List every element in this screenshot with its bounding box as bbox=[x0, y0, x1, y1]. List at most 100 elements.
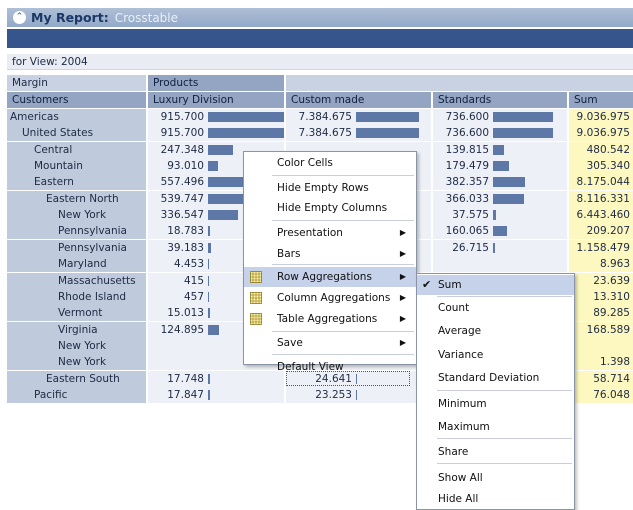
menu-item-presentation[interactable]: Presentation ▶ bbox=[244, 223, 416, 243]
row-label[interactable]: Pacific bbox=[7, 386, 146, 403]
sum-cell[interactable]: 8.116.331 bbox=[569, 190, 633, 207]
submenu-item-count[interactable]: Count bbox=[417, 298, 574, 318]
sum-cell[interactable]: 168.589 bbox=[569, 321, 633, 338]
row-label[interactable]: New York bbox=[7, 207, 146, 224]
value-cell[interactable]: 26.715 bbox=[433, 239, 567, 256]
menu-item-column-aggregations[interactable]: Column Aggregations ▶ bbox=[244, 288, 416, 308]
menu-item-row-aggregations[interactable]: Row Aggregations ▶ bbox=[244, 267, 416, 287]
row-label[interactable]: Maryland bbox=[7, 256, 146, 273]
column-header-0[interactable]: Luxury Division bbox=[148, 92, 284, 108]
menu-separator bbox=[272, 354, 414, 355]
menu-item-table-aggregations[interactable]: Table Aggregations ▶ bbox=[244, 309, 416, 329]
value-bar bbox=[493, 161, 509, 172]
value-cell[interactable]: 23.253 bbox=[286, 386, 431, 403]
row-label[interactable]: Vermont bbox=[7, 305, 146, 322]
value-text: 26.715 bbox=[452, 241, 489, 254]
value-text: 17.847 bbox=[167, 388, 204, 401]
sum-cell[interactable]: 23.639 bbox=[569, 272, 633, 289]
submenu-item-show-all[interactable]: Show All bbox=[417, 468, 574, 488]
menu-item-label: Column Aggregations bbox=[277, 292, 391, 304]
customers-header[interactable]: Customers bbox=[7, 92, 146, 108]
row-label[interactable]: United States bbox=[7, 125, 146, 142]
row-label[interactable]: Central bbox=[7, 141, 146, 158]
value-cell[interactable]: 915.700 bbox=[148, 125, 284, 142]
value-text: 736.600 bbox=[445, 127, 489, 140]
submenu-item-label: Hide All bbox=[438, 493, 479, 505]
menu-item-bars[interactable]: Bars ▶ bbox=[244, 244, 416, 264]
sum-cell[interactable]: 8.963 bbox=[569, 256, 633, 273]
value-cell[interactable]: 37.575 bbox=[433, 207, 567, 224]
column-header-2[interactable]: Standards bbox=[433, 92, 567, 108]
value-text: 366.033 bbox=[445, 192, 489, 205]
for-view-label: for View: 2004 bbox=[7, 54, 633, 70]
sum-cell[interactable]: 9.036.975 bbox=[569, 109, 633, 125]
column-header-1[interactable]: Custom made bbox=[286, 92, 431, 108]
sum-cell[interactable]: 8.175.044 bbox=[569, 174, 633, 191]
value-bar bbox=[493, 144, 504, 155]
row-label[interactable]: Mountain bbox=[7, 158, 146, 175]
value-text: 457 bbox=[183, 290, 204, 303]
value-text: 736.600 bbox=[445, 111, 489, 123]
menu-item-label: Hide Empty Rows bbox=[277, 182, 369, 194]
menu-item-color-cells[interactable]: Color Cells bbox=[244, 153, 416, 173]
row-label[interactable]: Massachusetts bbox=[7, 272, 146, 289]
row-label[interactable]: Eastern bbox=[7, 174, 146, 191]
row-label[interactable]: Eastern South bbox=[7, 370, 146, 387]
submenu-item-sum[interactable]: Sum ✔ bbox=[417, 275, 574, 295]
value-cell[interactable]: 382.357 bbox=[433, 174, 567, 191]
collapse-up-icon[interactable]: ⌃ bbox=[13, 11, 26, 24]
menu-separator bbox=[272, 331, 414, 332]
value-cell[interactable]: 139.815 bbox=[433, 141, 567, 158]
menu-item-hide-empty-rows[interactable]: Hide Empty Rows bbox=[244, 178, 416, 198]
submenu-item-average[interactable]: Average bbox=[417, 321, 574, 341]
row-label[interactable]: Eastern North bbox=[7, 190, 146, 207]
submenu-item-maximum[interactable]: Maximum bbox=[417, 417, 574, 437]
row-label[interactable]: Pennsylvania bbox=[7, 239, 146, 256]
value-text: 7.384.675 bbox=[298, 127, 352, 140]
sum-cell[interactable]: 13.310 bbox=[569, 288, 633, 305]
value-text: 4.453 bbox=[173, 258, 204, 271]
sum-cell[interactable]: 76.048 bbox=[569, 386, 633, 403]
row-label[interactable]: Americas bbox=[7, 109, 146, 125]
submenu-item-hide-all[interactable]: Hide All bbox=[417, 489, 574, 509]
sum-cell[interactable]: 9.036.975 bbox=[569, 125, 633, 142]
value-cell[interactable]: 160.065 bbox=[433, 223, 567, 240]
submenu-item-label: Show All bbox=[438, 472, 483, 484]
row-label[interactable]: Pennsylvania bbox=[7, 223, 146, 240]
value-cell[interactable]: 366.033 bbox=[433, 190, 567, 207]
value-cell[interactable]: 736.600 bbox=[433, 125, 567, 142]
sum-cell[interactable]: 305.340 bbox=[569, 158, 633, 175]
value-cell[interactable]: 736.600 bbox=[433, 109, 567, 125]
menu-item-save[interactable]: Save ▶ bbox=[244, 333, 416, 353]
submenu-item-variance[interactable]: Variance bbox=[417, 345, 574, 365]
row-label[interactable]: Rhode Island bbox=[7, 288, 146, 305]
value-cell[interactable] bbox=[433, 256, 567, 273]
row-label[interactable]: New York bbox=[7, 354, 146, 371]
value-cell[interactable]: 179.479 bbox=[433, 158, 567, 175]
menu-item-hide-empty-columns[interactable]: Hide Empty Columns bbox=[244, 198, 416, 218]
sum-cell[interactable]: 1.398 bbox=[569, 354, 633, 371]
grid-icon bbox=[250, 271, 262, 283]
submenu-item-share[interactable]: Share bbox=[417, 442, 574, 462]
value-cell[interactable]: 17.847 bbox=[148, 386, 284, 403]
row-label[interactable]: Virginia bbox=[7, 321, 146, 338]
sum-cell[interactable]: 6.443.460 bbox=[569, 207, 633, 224]
column-header-3[interactable]: Sum bbox=[569, 92, 633, 108]
submenu-item-standard-deviation[interactable]: Standard Deviation bbox=[417, 368, 574, 388]
menu-item-label: Table Aggregations bbox=[277, 313, 378, 325]
sum-cell[interactable]: 89.285 bbox=[569, 305, 633, 322]
value-cell[interactable]: 7.384.675 bbox=[286, 125, 431, 142]
sum-cell[interactable]: 209.207 bbox=[569, 223, 633, 240]
value-cell[interactable]: 7.384.675 bbox=[286, 109, 431, 125]
sum-cell[interactable]: 480.542 bbox=[569, 141, 633, 158]
value-bar bbox=[208, 275, 209, 286]
sum-cell[interactable] bbox=[569, 337, 633, 354]
products-header[interactable]: Products bbox=[148, 75, 284, 91]
sum-cell[interactable]: 1.158.479 bbox=[569, 239, 633, 256]
submenu-item-label: Standard Deviation bbox=[438, 372, 540, 384]
menu-item-default-view[interactable]: Default View bbox=[244, 357, 416, 377]
value-cell[interactable]: 915.700 bbox=[148, 109, 284, 125]
submenu-item-minimum[interactable]: Minimum bbox=[417, 394, 574, 414]
sum-cell[interactable]: 58.714 bbox=[569, 370, 633, 387]
row-label[interactable]: New York bbox=[7, 337, 146, 354]
